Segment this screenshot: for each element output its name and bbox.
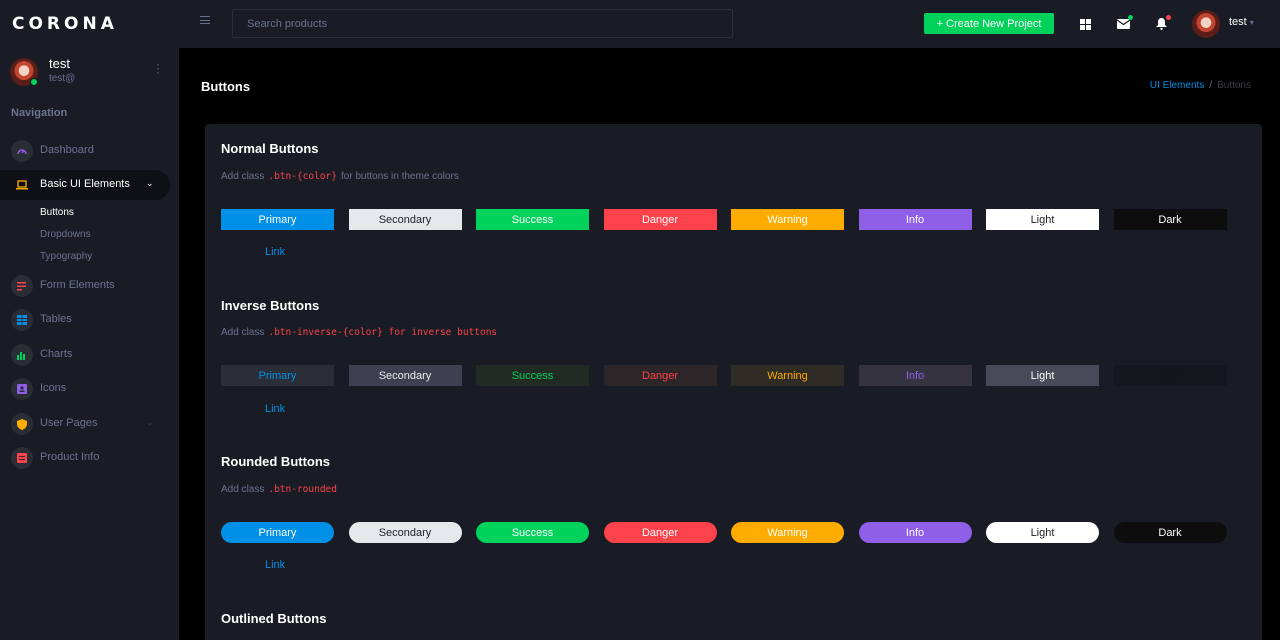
section-title-rounded-buttons: Rounded Buttons xyxy=(221,454,331,469)
user-menu[interactable]: test ▾ xyxy=(1229,16,1254,28)
sidebar-item-label: Charts xyxy=(40,348,73,360)
user-name: test xyxy=(1229,16,1247,28)
section-description: Add class .btn-{color} for buttons in them… xyxy=(221,171,459,182)
desc-code: .btn-{color} xyxy=(268,171,337,182)
page-title: Buttons xyxy=(201,79,251,94)
normal-info-button[interactable]: Info xyxy=(858,209,972,230)
sidebar-item-label: Icons xyxy=(40,382,67,394)
normal-warning-button[interactable]: Warning xyxy=(731,209,844,230)
caret-down-icon: ▾ xyxy=(1249,18,1254,27)
normal-secondary-button[interactable]: Secondary xyxy=(348,209,462,230)
sidebar-subitem-typography[interactable]: Typography xyxy=(40,251,92,262)
desc-code: .btn-inverse-{color} for inverse buttons xyxy=(268,327,498,338)
chevron-down-icon: ⌄ xyxy=(146,417,154,427)
section-title-normal-buttons: Normal Buttons xyxy=(221,141,319,156)
inverse-success-button[interactable]: Success xyxy=(476,365,589,386)
top-navbar: + Create New Project test ▾ xyxy=(179,0,1280,48)
search-input[interactable] xyxy=(232,9,733,38)
inverse-danger-button[interactable]: Danger xyxy=(603,365,717,386)
desc-text: Add class xyxy=(221,327,265,338)
rounded-danger-button[interactable]: Danger xyxy=(603,522,717,543)
link-button[interactable]: Link xyxy=(265,246,285,258)
normal-success-button[interactable]: Success xyxy=(476,209,589,230)
more-vertical-icon[interactable]: · · · xyxy=(153,58,163,78)
inverse-warning-button[interactable]: Warning xyxy=(731,365,844,386)
sidebar-item-user-pages[interactable]: User Pages ⌄ xyxy=(0,409,170,439)
sidebar-item-basic-ui-elements[interactable]: Basic UI Elements ⌄ xyxy=(0,170,170,200)
contacts-icon xyxy=(11,378,33,400)
sidebar-subitem-buttons[interactable]: Buttons xyxy=(40,207,74,218)
section-title-outlined-buttons: Outlined Buttons xyxy=(221,611,327,626)
inverse-secondary-button[interactable]: Secondary xyxy=(348,365,462,386)
avatar[interactable] xyxy=(1192,10,1220,38)
breadcrumb-separator: / xyxy=(1209,80,1213,91)
inverse-light-button[interactable]: Light xyxy=(986,365,1099,386)
sidebar-item-form-elements[interactable]: Form Elements xyxy=(0,271,170,301)
sidebar-item-product-info[interactable]: Product Info xyxy=(0,443,170,473)
breadcrumb-link[interactable]: UI Elements xyxy=(1150,80,1204,91)
notification-dot xyxy=(1128,15,1133,20)
desc-text: Add class xyxy=(221,171,265,182)
sidebar-item-label: Form Elements xyxy=(40,279,115,291)
nav-heading: Navigation xyxy=(11,107,68,119)
sidebar-item-label: Product Info xyxy=(40,451,100,463)
rounded-dark-button[interactable]: Dark xyxy=(1113,522,1227,543)
normal-danger-button[interactable]: Danger xyxy=(603,209,717,230)
sidebar: CORONA test test@ · · · Navigation Dashboa… xyxy=(0,0,179,640)
normal-dark-button[interactable]: Dark xyxy=(1113,209,1227,230)
table-icon xyxy=(11,309,33,331)
normal-light-button[interactable]: Light xyxy=(986,209,1099,230)
rounded-info-button[interactable]: Info xyxy=(858,522,972,543)
link-button[interactable]: Link xyxy=(265,559,285,571)
playlist-icon xyxy=(11,275,33,297)
normal-primary-button[interactable]: Primary xyxy=(221,209,334,230)
desc-code: .btn-rounded xyxy=(268,484,337,495)
rounded-warning-button[interactable]: Warning xyxy=(731,522,844,543)
section-title-inverse-buttons: Inverse Buttons xyxy=(221,298,320,313)
sidebar-subitem-dropdowns[interactable]: Dropdowns xyxy=(40,229,91,240)
inverse-dark-button[interactable]: Dark xyxy=(1113,365,1227,386)
breadcrumb-current: Buttons xyxy=(1217,80,1251,91)
bell-icon[interactable] xyxy=(1150,13,1172,35)
inverse-primary-button[interactable]: Primary xyxy=(221,365,334,386)
sidebar-item-charts[interactable]: Charts xyxy=(0,340,170,370)
inverse-info-button[interactable]: Info xyxy=(858,365,972,386)
chevron-down-icon: ⌄ xyxy=(146,178,154,188)
file-document-icon xyxy=(11,447,33,469)
sidebar-profile[interactable]: test test@ · · · xyxy=(10,56,170,88)
view-grid-icon[interactable] xyxy=(1074,13,1096,35)
chart-bar-icon xyxy=(11,344,33,366)
rounded-success-button[interactable]: Success xyxy=(476,522,589,543)
sidebar-item-icons[interactable]: Icons xyxy=(0,374,170,404)
sidebar-item-dashboard[interactable]: Dashboard xyxy=(0,136,170,166)
breadcrumb: UI Elements / Buttons xyxy=(1150,80,1251,91)
online-status-dot xyxy=(30,78,38,86)
section-description: Add class .btn-inverse-{color} for invers… xyxy=(221,327,501,338)
desc-text: Add class xyxy=(221,484,265,495)
brand-logo[interactable]: CORONA xyxy=(12,14,118,34)
section-description: Add class .btn-rounded xyxy=(221,484,341,495)
rounded-primary-button[interactable]: Primary xyxy=(221,522,334,543)
laptop-icon xyxy=(11,174,33,196)
menu-toggle-icon[interactable] xyxy=(200,16,210,24)
profile-name: test xyxy=(49,56,70,71)
profile-handle: test@ xyxy=(49,73,76,84)
rounded-light-button[interactable]: Light xyxy=(986,522,1099,543)
security-icon xyxy=(11,413,33,435)
sidebar-item-label: Dashboard xyxy=(40,144,94,156)
desc-text: for buttons in theme colors xyxy=(341,171,459,182)
speedometer-icon xyxy=(11,140,33,162)
rounded-secondary-button[interactable]: Secondary xyxy=(348,522,462,543)
sidebar-item-label: User Pages xyxy=(40,417,98,429)
sidebar-item-label: Tables xyxy=(40,313,72,325)
link-button[interactable]: Link xyxy=(265,403,285,415)
create-new-project-button[interactable]: + Create New Project xyxy=(924,13,1054,34)
email-icon[interactable] xyxy=(1112,13,1134,35)
notification-dot xyxy=(1166,15,1171,20)
sidebar-item-tables[interactable]: Tables xyxy=(0,305,170,335)
sidebar-item-label: Basic UI Elements xyxy=(40,178,130,190)
